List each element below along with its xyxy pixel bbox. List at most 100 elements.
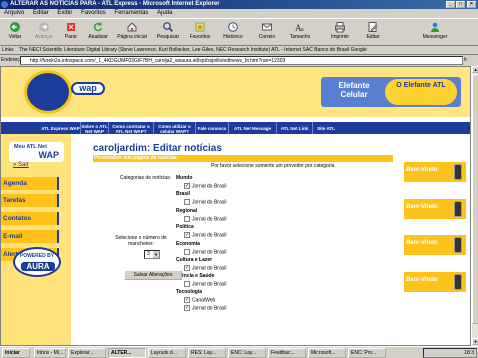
history-icon	[228, 22, 238, 32]
back-button[interactable]: Voltar	[4, 21, 26, 40]
category-politica: Política	[176, 224, 194, 230]
phone-icon	[454, 274, 462, 290]
scroll-thumb[interactable]	[472, 74, 478, 324]
go-button[interactable]: Ir	[464, 55, 467, 66]
page-subheader: Personalize sua página de notícias	[93, 155, 393, 162]
category-brasil: Brasil	[176, 191, 190, 197]
refresh-button[interactable]: Atualizar	[86, 21, 110, 40]
meu-atl-net-wap: Meu ATL Net WAP	[9, 142, 64, 162]
stop-button[interactable]: Parar	[62, 21, 80, 40]
links-list[interactable]: The NECI Scientific Literature Digital L…	[19, 47, 367, 53]
ad-banner[interactable]: Bem-Vindo	[404, 199, 466, 219]
favorites-button[interactable]: Favoritos	[186, 21, 214, 40]
home-button[interactable]: Página inicial	[115, 21, 149, 40]
stop-icon	[67, 23, 75, 31]
menu-exibir[interactable]: Exibir	[57, 10, 72, 16]
menu-arquivo[interactable]: Arquivo	[4, 10, 24, 16]
nav-sobre[interactable]: Sobre o ATL Net WAP	[81, 122, 109, 134]
option-economia-jornal[interactable]: Jornal do Brasil	[184, 249, 226, 255]
edit-button[interactable]: Editar	[362, 21, 384, 40]
sidebar-item-agenda[interactable]: Agenda	[1, 177, 59, 190]
search-button[interactable]: Pesquisar	[154, 21, 182, 40]
manchetes-select[interactable]: 3 ▼	[144, 250, 160, 259]
elefante-badge: O Elefante ATL	[385, 79, 457, 105]
maximize-button[interactable]: □	[456, 1, 465, 8]
option-politica-jornal[interactable]: ✓ Jornal do Brasil	[184, 232, 226, 238]
nav-fale-conosco[interactable]: Fale conosco	[196, 122, 229, 134]
messenger-icon	[431, 22, 439, 32]
browser-viewport: wap Elefante Celular O Elefante ATL ATL …	[0, 66, 471, 346]
checkbox-unchecked[interactable]	[184, 199, 190, 205]
checkbox-unchecked[interactable]	[184, 281, 190, 287]
history-button[interactable]: Histórico	[220, 21, 246, 40]
taskbar-item[interactable]: RES: Lay...	[188, 348, 226, 358]
forward-button[interactable]: Avançar	[32, 21, 56, 40]
phone-icon	[454, 237, 462, 253]
vertical-scrollbar[interactable]: ▲ ▼	[471, 66, 478, 346]
taskbar-item[interactable]: Explorar...	[68, 348, 106, 358]
option-ciencia-jornal[interactable]: Jornal do Brasil	[184, 281, 226, 287]
scroll-down-arrow-icon[interactable]: ▼	[472, 338, 478, 345]
manchetes-label: Selecione o número de manchetes:	[115, 235, 167, 247]
taskbar-item[interactable]: ENC: Pro...	[348, 348, 386, 358]
font-size-button[interactable]: Aa Tamanho	[287, 21, 313, 40]
search-icon	[163, 22, 173, 32]
nav-atl-express-wap[interactable]: ATL Express WAP	[41, 122, 81, 134]
page-title: caroljardim: Editar notícias	[93, 143, 222, 154]
taskbar-item-active[interactable]: ALTER...	[108, 348, 146, 358]
option-regional-jornal[interactable]: Jornal do Brasil	[184, 216, 226, 222]
checkbox-unchecked[interactable]	[184, 216, 190, 222]
ad-banner[interactable]: Bem-Vindo	[404, 272, 466, 292]
menu-ajuda[interactable]: Ajuda	[157, 10, 172, 16]
close-button[interactable]: ×	[467, 1, 476, 8]
atl-logo-icon[interactable]	[24, 70, 72, 114]
address-input[interactable]: http://furelo2a.infospace.com/_1_4KDGUMF…	[20, 56, 463, 65]
instruction-text: Por favor selecione somente um provedor …	[211, 163, 335, 169]
sidebar-item-tarefas[interactable]: Tarefas	[1, 194, 59, 207]
taskbar-item[interactable]: Microsoft...	[308, 348, 346, 358]
nav-como-utilizar[interactable]: Como utilizar o celular WAP?	[154, 122, 196, 134]
checkbox-checked[interactable]: ✓	[184, 183, 190, 189]
window-title: ALTERAR AS NOTÍCIAS PARA - ATL Express -…	[10, 1, 220, 7]
nav-como-contratar[interactable]: Como contratar o ATL Net WAP?	[109, 122, 154, 134]
top-navigation: ATL Express WAP Sobre o ATL Net WAP Como…	[1, 122, 470, 134]
checkbox-checked[interactable]: ✓	[184, 305, 190, 311]
phone-icon	[454, 164, 462, 180]
option-cultura-jornal[interactable]: ✓ Jornal do Brasil	[184, 265, 226, 271]
checkbox-checked[interactable]: ✓	[184, 265, 190, 271]
elefante-banner[interactable]: Elefante Celular O Elefante ATL	[321, 77, 461, 107]
start-button[interactable]: Iniciar	[2, 348, 30, 358]
menu-editar[interactable]: Editar	[33, 10, 49, 16]
option-tecnologia-jornal[interactable]: ✓ Jornal do Brasil	[184, 305, 226, 311]
mail-button[interactable]: Correio	[256, 21, 278, 40]
print-button[interactable]: Imprimir	[328, 21, 352, 40]
menu-ferramentas[interactable]: Ferramentas	[114, 10, 148, 16]
taskbar-item[interactable]: ENC: Lay...	[228, 348, 266, 358]
taskbar-item[interactable]: Feedbac...	[268, 348, 306, 358]
nav-atl-net-link[interactable]: ATL Net Link	[277, 122, 313, 134]
sair-link[interactable]: » Sair	[13, 162, 29, 168]
scroll-up-arrow-icon[interactable]: ▲	[472, 66, 478, 73]
option-mundo-jornal[interactable]: ✓ Jornal do Brasil	[184, 183, 226, 189]
home-icon	[127, 22, 137, 32]
ad-banner[interactable]: Bem-Vindo	[404, 235, 466, 255]
mail-icon	[262, 23, 272, 31]
sidebar-item-email[interactable]: E-mail	[1, 230, 59, 243]
minimize-button[interactable]: _	[446, 1, 455, 8]
nav-site-atl[interactable]: Site ATL	[313, 122, 339, 134]
sidebar-item-contatos[interactable]: Contatos	[1, 212, 59, 225]
taskbar-item[interactable]: Layouts d...	[148, 348, 186, 358]
option-tecnologia-canalweb[interactable]: ✓ CanalWeb	[184, 297, 215, 303]
menu-favoritos[interactable]: Favoritos	[81, 10, 106, 16]
option-brasil-jornal[interactable]: Jornal do Brasil	[184, 199, 226, 205]
checkbox-unchecked[interactable]	[184, 249, 190, 255]
save-button[interactable]: Salvar Alterações	[124, 270, 182, 280]
system-tray-clock: 18:3	[423, 348, 477, 358]
ad-banner[interactable]: Bem-Vindo	[404, 162, 466, 182]
checkbox-checked[interactable]: ✓	[184, 297, 190, 303]
checkbox-checked[interactable]: ✓	[184, 232, 190, 238]
nav-atl-net-message[interactable]: ATL Net Message	[229, 122, 277, 134]
messenger-button[interactable]: Messenger	[420, 21, 450, 40]
taskbar-item[interactable]: Inbox - Mi...	[34, 348, 66, 358]
taskbar: Iniciar Inbox - Mi... Explorar... ALTER.…	[0, 346, 478, 358]
